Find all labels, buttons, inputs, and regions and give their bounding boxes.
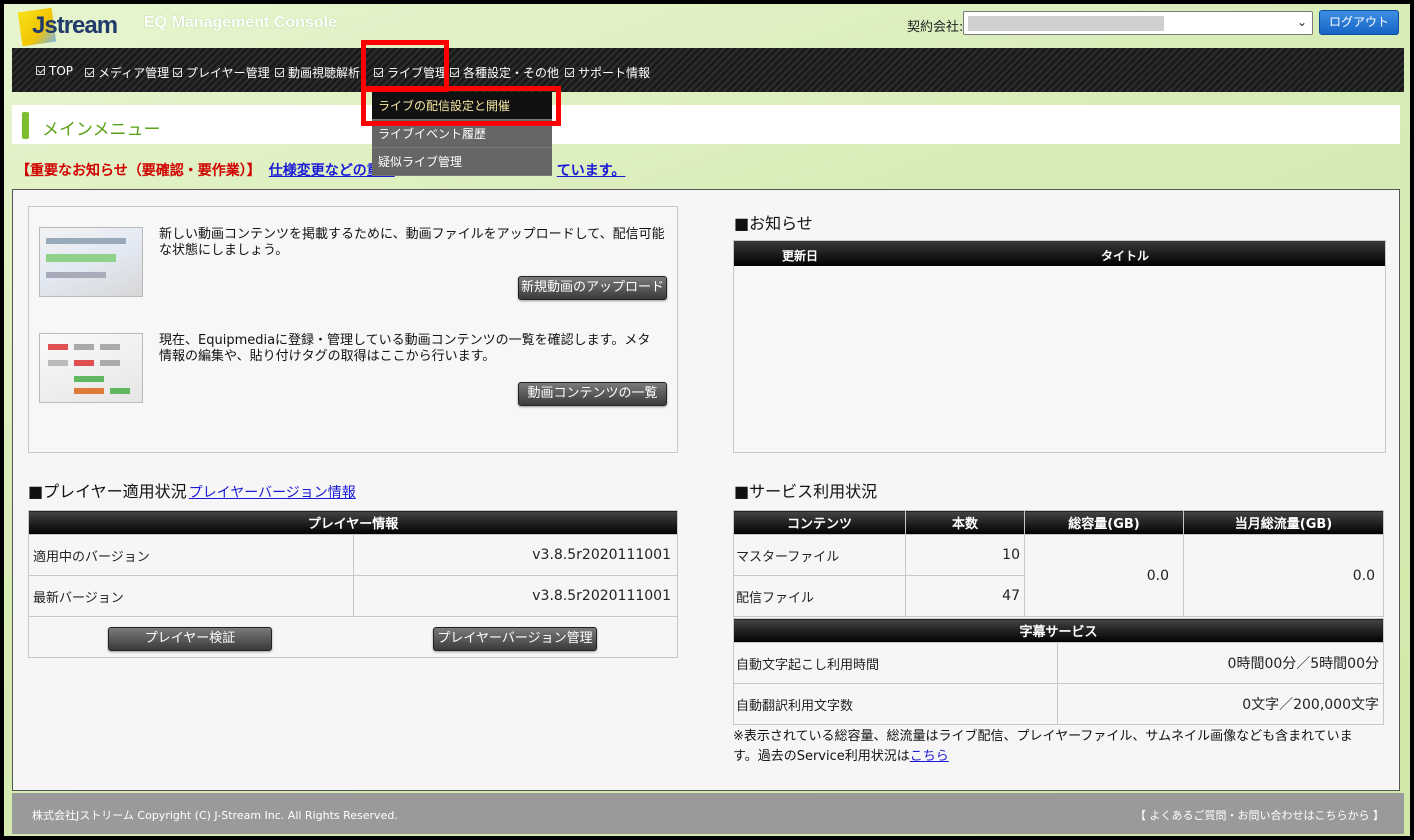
thumb-bar: [74, 376, 104, 382]
notice-label: 【重要なお知らせ（要確認・要作業）】: [16, 163, 261, 179]
service-total-capacity: 0.0: [1024, 534, 1184, 617]
player-version-info-link[interactable]: プレイヤーバージョン情報: [189, 485, 356, 501]
nav-item-analytics[interactable]: 動画視聴解析: [275, 64, 360, 81]
subtitle-row-label: 自動翻訳利用文字数: [733, 683, 1058, 725]
logout-button[interactable]: ログアウト: [1319, 10, 1399, 35]
service-col-header: 本数: [905, 510, 1025, 535]
chevron-down-icon: ⌄: [1296, 15, 1307, 29]
past-usage-link[interactable]: こちら: [910, 749, 949, 764]
thumb-bar: [46, 254, 116, 262]
nav-item-label: 各種設定・その他: [463, 66, 560, 80]
news-title: ■お知らせ: [734, 214, 813, 233]
content-list-description: 現在、Equipmediaに登録・管理している動画コンテンツの一覧を確認します。…: [159, 333, 651, 364]
highlight-box-nav-live: [361, 40, 449, 92]
footer: 株式会社Jストリーム Copyright (C) J-Stream Inc. A…: [12, 793, 1404, 834]
service-note: ※表示されている総容量、総流量はライブ配信、プレイヤーファイル、サムネイル画像な…: [733, 727, 1373, 767]
subtitle-row-value: 0文字／200,000文字: [1057, 683, 1384, 725]
content-list-thumbnail: [39, 333, 143, 403]
nav-item-label: メディア管理: [98, 66, 170, 80]
media-box: 新しい動画コンテンツを掲載するために、動画ファイルをアップロードして、配信可能な…: [28, 206, 678, 453]
player-verify-button[interactable]: プレイヤー検証: [108, 627, 272, 651]
thumb-bar: [46, 238, 126, 244]
thumb-bar: [46, 272, 106, 278]
service-col-header: 当月総流量(GB): [1183, 510, 1384, 535]
service-row-count: 10: [905, 534, 1025, 576]
faq-link[interactable]: 【 よくあるご質問・お問い合わせはこちらから 】: [1135, 807, 1384, 823]
nav-item-label: TOP: [49, 64, 74, 78]
player-info-header: プレイヤー情報: [28, 510, 678, 535]
news-col-date: 更新日: [782, 249, 819, 263]
player-version-manage-button[interactable]: プレイヤーバージョン管理: [433, 627, 597, 651]
main-menu-bar: メインメニュー: [12, 105, 1400, 144]
company-select[interactable]: ⌄: [963, 11, 1313, 35]
page-title: メインメニュー: [42, 120, 161, 140]
service-usage-table: コンテンツ 本数 総容量(GB) 当月総流量(GB) マスターファイル 10 0…: [733, 510, 1384, 617]
nav-item-label: 動画視聴解析: [288, 66, 361, 80]
nav-item-player[interactable]: プレイヤー管理: [173, 64, 270, 81]
nav-item-settings[interactable]: 各種設定・その他: [450, 64, 559, 81]
nav-item-label: サポート情報: [578, 66, 651, 80]
service-col-header: コンテンツ: [733, 510, 906, 535]
logo-text: Jstream: [32, 12, 118, 39]
checkbox-icon: [275, 68, 284, 77]
subtitle-service-header: 字幕サービス: [733, 618, 1384, 643]
player-row-label: 最新バージョン: [28, 575, 354, 617]
service-status-title: ■サービス利用状況: [734, 482, 878, 501]
subtitle-row-label: 自動文字起こし利用時間: [733, 642, 1058, 684]
service-row-count: 47: [905, 575, 1025, 617]
content-list-button[interactable]: 動画コンテンツの一覧: [518, 382, 667, 406]
news-col-title: タイトル: [1101, 249, 1150, 263]
accent-bar: [22, 112, 29, 139]
news-table-header: 更新日 タイトル: [734, 241, 1385, 266]
thumb-bar: [110, 388, 130, 394]
player-status-title-text: ■プレイヤー適用状況: [28, 482, 187, 501]
service-row-label: 配信ファイル: [733, 575, 906, 617]
company-label: 契約会社:: [907, 20, 964, 35]
thumb-bar: [100, 360, 120, 366]
service-row-label: マスターファイル: [733, 534, 906, 576]
checkbox-icon: [450, 68, 459, 77]
news-box: 更新日 タイトル: [733, 240, 1386, 453]
copyright-text: 株式会社Jストリーム Copyright (C) J-Stream Inc. A…: [32, 809, 398, 822]
subtitle-row-value: 0時間00分／5時間00分: [1057, 642, 1384, 684]
main-nav: TOP メディア管理 プレイヤー管理 動画視聴解析 ライブ管理 各種設定・その他…: [12, 48, 1404, 92]
thumb-bar: [74, 360, 94, 366]
service-note-text: ※表示されている総容量、総流量はライブ配信、プレイヤーファイル、サムネイル画像な…: [733, 729, 1353, 764]
thumb-bar: [74, 344, 94, 350]
player-status-title: ■プレイヤー適用状況 プレイヤーバージョン情報: [28, 478, 356, 502]
thumb-bar: [48, 360, 68, 366]
nav-item-media[interactable]: メディア管理: [85, 64, 169, 81]
checkbox-icon: [36, 66, 45, 75]
subtitle-service-table: 字幕サービス 自動文字起こし利用時間 0時間00分／5時間00分 自動翻訳利用文…: [733, 618, 1384, 725]
checkbox-icon: [565, 68, 574, 77]
player-row-label: 適用中のバージョン: [28, 534, 354, 576]
thumb-bar: [100, 344, 120, 350]
player-row-value: v3.8.5r2020111001: [353, 534, 678, 576]
company-select-value-masked: [968, 16, 1164, 31]
checkbox-icon: [85, 68, 94, 77]
console-page: Jstream EQ Management Console 契約会社: ⌄ ログ…: [4, 4, 1410, 836]
notice-link-end: ています。: [556, 163, 626, 179]
content-panel: 新しい動画コンテンツを掲載するために、動画ファイルをアップロードして、配信可能な…: [12, 189, 1400, 791]
thumb-bar: [74, 388, 104, 394]
header: Jstream EQ Management Console 契約会社: ⌄ ログ…: [4, 4, 1410, 48]
console-title: EQ Management Console: [144, 14, 337, 31]
thumb-bar: [48, 344, 68, 350]
dropdown-item-pseudo-live[interactable]: 疑似ライブ管理: [372, 148, 552, 176]
jstream-logo[interactable]: Jstream: [14, 6, 124, 47]
nav-item-label: プレイヤー管理: [186, 66, 270, 80]
service-monthly-traffic: 0.0: [1183, 534, 1384, 617]
highlight-box-dropdown-item: [361, 86, 561, 126]
upload-thumbnail: [39, 227, 143, 297]
upload-description: 新しい動画コンテンツを掲載するために、動画ファイルをアップロードして、配信可能な…: [159, 227, 665, 258]
service-col-header: 総容量(GB): [1024, 510, 1184, 535]
nav-item-top[interactable]: TOP: [36, 64, 73, 78]
checkbox-icon: [173, 68, 182, 77]
nav-item-support[interactable]: サポート情報: [565, 64, 650, 81]
upload-video-button[interactable]: 新規動画のアップロード: [518, 276, 667, 300]
player-row-value: v3.8.5r2020111001: [353, 575, 678, 617]
